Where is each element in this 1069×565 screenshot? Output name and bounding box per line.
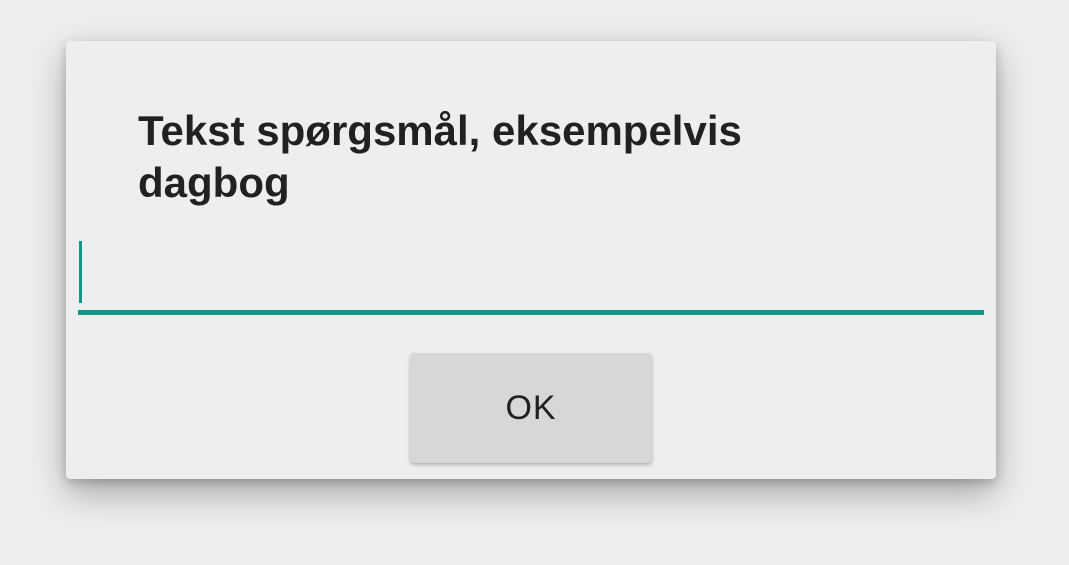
answer-input[interactable] — [78, 239, 984, 315]
dialog-title: Tekst spørgsmål, eksempelvis dagbog — [138, 107, 742, 206]
text-question-dialog: Tekst spørgsmål, eksempelvis dagbog OK — [66, 41, 996, 479]
ok-button[interactable]: OK — [410, 353, 652, 463]
